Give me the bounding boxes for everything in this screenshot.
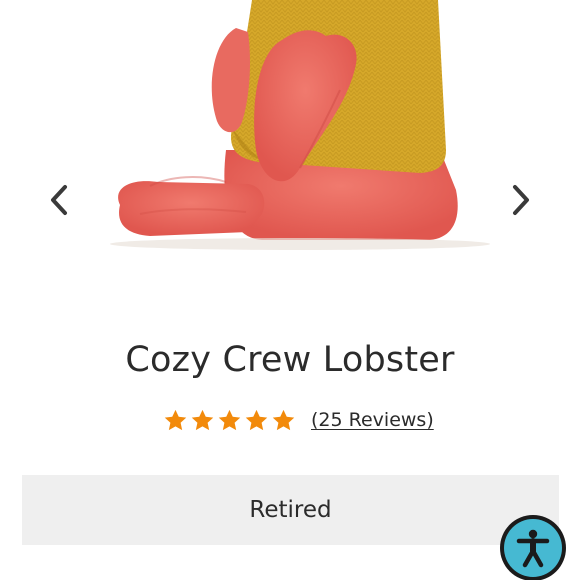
star-icon bbox=[272, 409, 295, 430]
status-badge: Retired bbox=[22, 475, 559, 545]
status-label: Retired bbox=[249, 497, 332, 523]
accessibility-person-icon bbox=[516, 529, 550, 568]
product-image bbox=[110, 0, 490, 250]
star-icon bbox=[245, 409, 268, 430]
reviews-link[interactable]: (25 Reviews) bbox=[311, 409, 434, 431]
product-title: Cozy Crew Lobster bbox=[125, 340, 455, 380]
chevron-left-icon bbox=[51, 185, 67, 215]
gallery-next-button[interactable] bbox=[499, 178, 543, 222]
star-icon bbox=[218, 409, 241, 430]
star-icon bbox=[164, 409, 187, 430]
gallery-prev-button[interactable] bbox=[37, 178, 81, 222]
product-gallery bbox=[0, 0, 580, 300]
star-rating bbox=[163, 408, 296, 433]
chevron-right-icon bbox=[513, 185, 529, 215]
product-rating: (25 Reviews) bbox=[163, 405, 434, 435]
accessibility-button[interactable] bbox=[500, 515, 566, 580]
star-icon bbox=[191, 409, 214, 430]
accessibility-button-face bbox=[504, 519, 562, 577]
